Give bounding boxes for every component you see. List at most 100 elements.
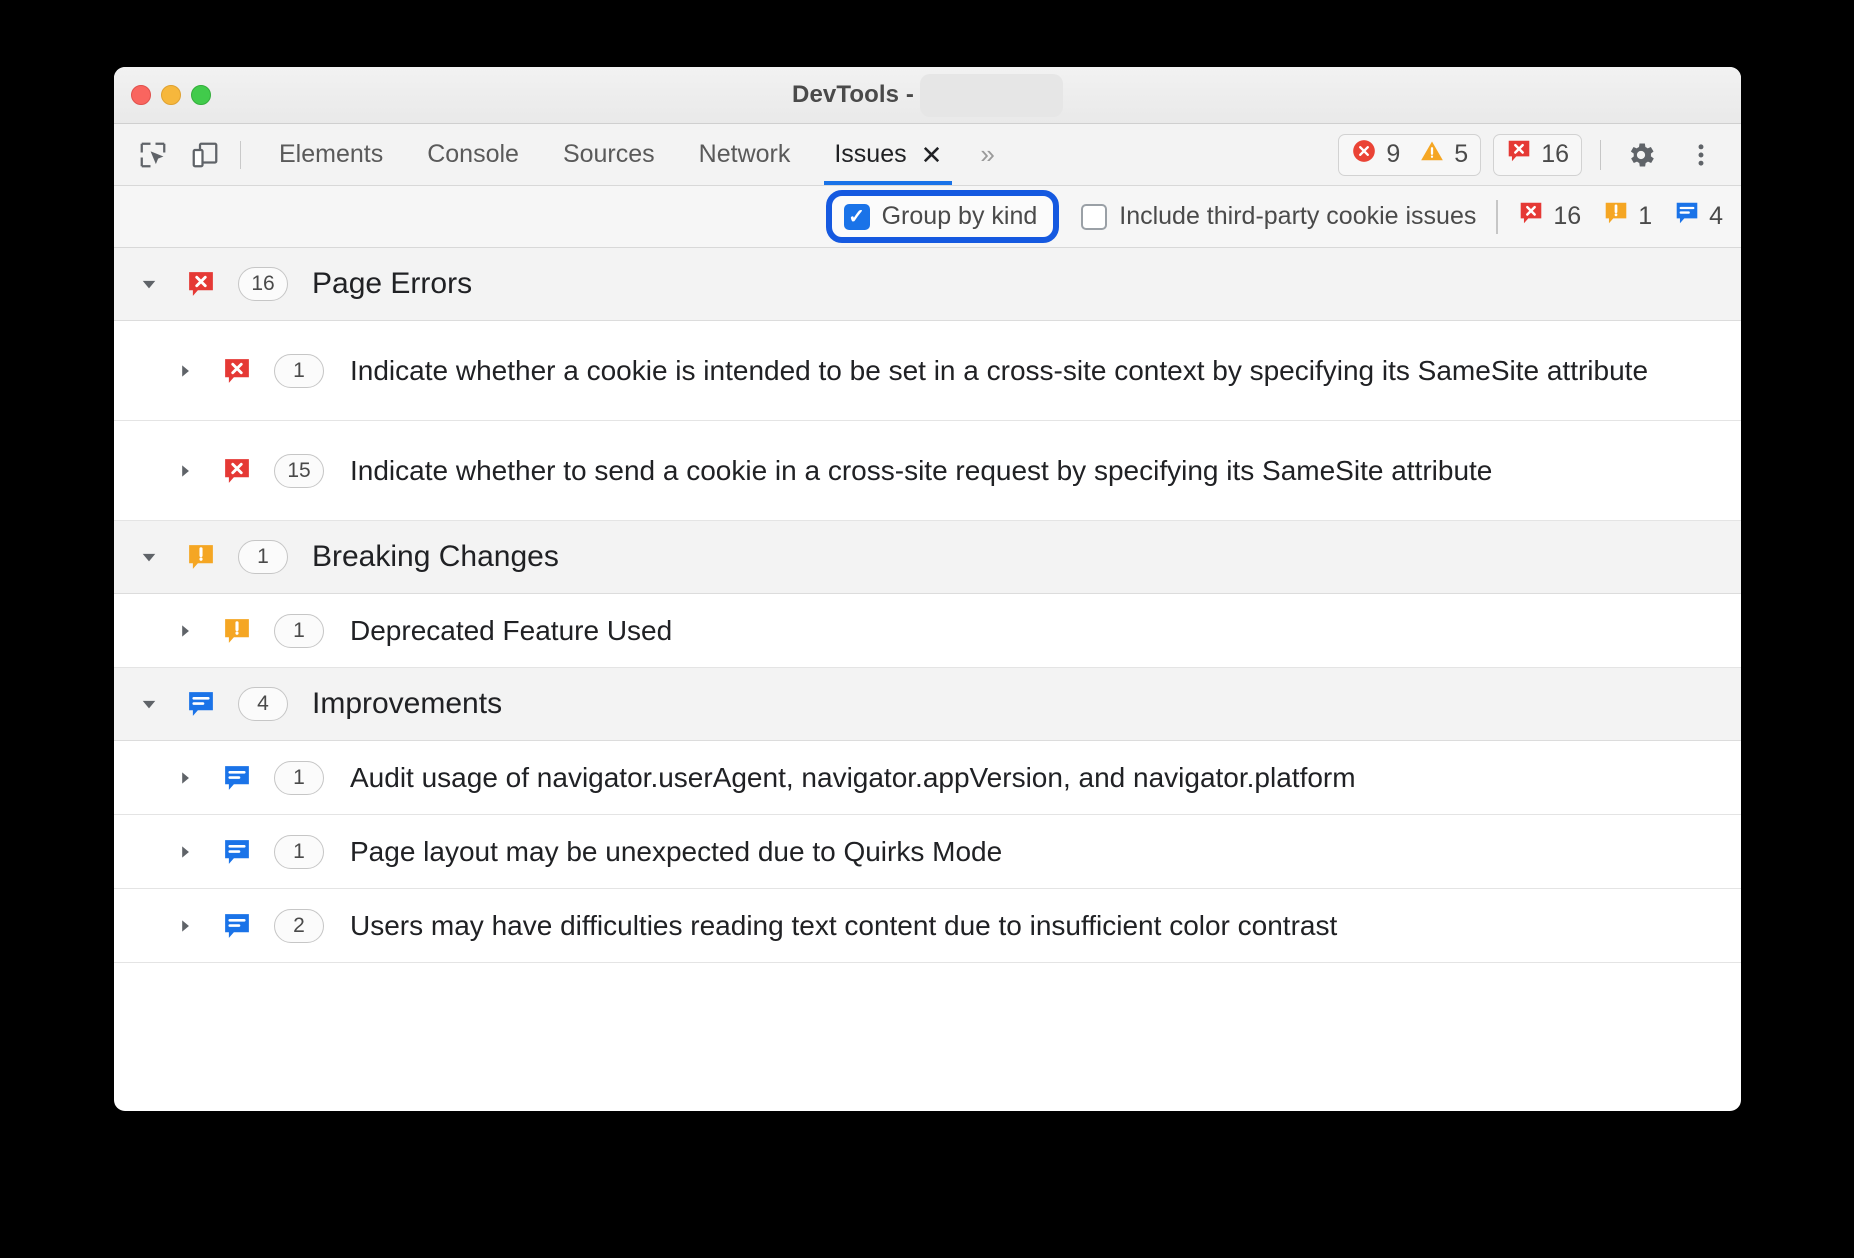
issue-warning-bubble-icon <box>222 616 252 646</box>
issue-error-bubble-icon <box>222 356 252 386</box>
error-circle-icon <box>1351 138 1377 171</box>
panel-tabs: Elements Console Sources Network Issues … <box>257 124 1011 185</box>
device-toolbar-icon[interactable] <box>186 136 224 174</box>
console-error-count: 9 <box>1386 142 1400 167</box>
window-traffic-lights <box>131 85 211 105</box>
tab-elements[interactable]: Elements <box>257 124 405 185</box>
screen-background: DevTools - <box>0 0 1854 1258</box>
filter-info-count-value: 4 <box>1709 202 1723 231</box>
issue-warning-bubble-icon <box>186 542 216 572</box>
tab-network[interactable]: Network <box>677 124 813 185</box>
close-icon[interactable]: ✕ <box>921 142 943 168</box>
issue-row[interactable]: 15 Indicate whether to send a cookie in … <box>114 421 1741 521</box>
group-title: Page Errors <box>312 267 472 301</box>
close-window-button[interactable] <box>131 85 151 105</box>
devtools-tool-icons <box>114 136 224 174</box>
issue-error-bubble-icon <box>1506 138 1532 171</box>
group-title: Breaking Changes <box>312 540 559 574</box>
group-header-breaking-changes[interactable]: 1 Breaking Changes <box>114 521 1741 594</box>
issue-row[interactable]: 1 Deprecated Feature Used <box>114 594 1741 668</box>
filter-warning-count[interactable]: 1 <box>1603 200 1652 233</box>
window-title-group: DevTools - <box>114 67 1741 123</box>
minimize-window-button[interactable] <box>161 85 181 105</box>
group-count-badge: 4 <box>238 687 288 721</box>
issue-error-bubble-icon <box>186 269 216 299</box>
issue-error-bubble-icon <box>222 456 252 486</box>
group-count-badge: 16 <box>238 267 288 301</box>
caret-right-icon[interactable] <box>172 622 198 640</box>
tab-network-label: Network <box>699 140 791 169</box>
issue-info-bubble-icon <box>186 689 216 719</box>
checkbox-unchecked-icon[interactable] <box>1081 204 1107 230</box>
caret-down-icon[interactable] <box>136 274 162 294</box>
filterbar-divider <box>1496 200 1498 234</box>
warning-triangle-icon <box>1419 138 1445 171</box>
zoom-window-button[interactable] <box>191 85 211 105</box>
issue-title: Audit usage of navigator.userAgent, navi… <box>350 760 1356 796</box>
include-third-party-label: Include third-party cookie issues <box>1119 202 1476 231</box>
devtools-window: DevTools - <box>114 67 1741 1111</box>
group-header-page-errors[interactable]: 16 Page Errors <box>114 248 1741 321</box>
issue-info-bubble-icon <box>222 911 252 941</box>
window-titlebar: DevTools - <box>114 67 1741 124</box>
list-bottom-spacer <box>114 963 1741 1005</box>
filter-warning-count-value: 1 <box>1638 202 1652 231</box>
group-by-kind-highlight: ✓ Group by kind <box>826 190 1060 243</box>
filter-error-count[interactable]: 16 <box>1518 200 1581 233</box>
issues-count-pill[interactable]: 16 <box>1493 134 1582 176</box>
title-redaction-block <box>920 74 1063 117</box>
group-count-badge: 1 <box>238 540 288 574</box>
issue-title: Indicate whether a cookie is intended to… <box>350 353 1648 389</box>
issue-info-bubble-icon <box>1674 200 1700 233</box>
window-title: DevTools - <box>792 81 914 109</box>
tab-sources[interactable]: Sources <box>541 124 677 185</box>
kebab-menu-icon[interactable] <box>1679 133 1723 177</box>
include-third-party-checkbox[interactable]: Include third-party cookie issues <box>1081 202 1476 231</box>
group-by-kind-label: Group by kind <box>882 202 1038 231</box>
issue-row[interactable]: 1 Indicate whether a cookie is intended … <box>114 321 1741 421</box>
issue-row[interactable]: 2 Users may have difficulties reading te… <box>114 889 1741 963</box>
group-by-kind-checkbox[interactable]: ✓ Group by kind <box>844 202 1038 231</box>
caret-right-icon[interactable] <box>172 462 198 480</box>
tab-issues[interactable]: Issues ✕ <box>812 124 964 185</box>
more-tabs-icon[interactable]: » <box>964 124 1010 185</box>
tab-console[interactable]: Console <box>405 124 541 185</box>
tab-console-label: Console <box>427 140 519 169</box>
issue-title: Page layout may be unexpected due to Qui… <box>350 834 1002 870</box>
issue-count-badge: 1 <box>274 614 324 648</box>
caret-right-icon[interactable] <box>172 917 198 935</box>
issue-title: Deprecated Feature Used <box>350 613 672 649</box>
issues-list: 16 Page Errors 1 Indicate whether a cook… <box>114 248 1741 1005</box>
caret-right-icon[interactable] <box>172 769 198 787</box>
caret-right-icon[interactable] <box>172 362 198 380</box>
devtools-tabbar: Elements Console Sources Network Issues … <box>114 124 1741 186</box>
issues-filter-bar: ✓ Group by kind Include third-party cook… <box>114 186 1741 248</box>
issue-count-badge: 1 <box>274 761 324 795</box>
issue-row[interactable]: 1 Audit usage of navigator.userAgent, na… <box>114 741 1741 815</box>
group-header-improvements[interactable]: 4 Improvements <box>114 668 1741 741</box>
filter-error-count-value: 16 <box>1553 202 1581 231</box>
toolbar-right-group: 9 5 1 <box>1326 133 1741 177</box>
tab-issues-label: Issues <box>834 140 906 169</box>
issue-info-bubble-icon <box>222 763 252 793</box>
tab-sources-label: Sources <box>563 140 655 169</box>
issue-title: Indicate whether to send a cookie in a c… <box>350 453 1492 489</box>
issue-title: Users may have difficulties reading text… <box>350 908 1337 944</box>
issue-error-bubble-icon <box>1518 200 1544 233</box>
toolbar-right-divider <box>1600 140 1601 170</box>
tab-elements-label: Elements <box>279 140 383 169</box>
caret-down-icon[interactable] <box>136 694 162 714</box>
console-warning-count: 5 <box>1454 142 1468 167</box>
issue-row[interactable]: 1 Page layout may be unexpected due to Q… <box>114 815 1741 889</box>
caret-right-icon[interactable] <box>172 843 198 861</box>
caret-down-icon[interactable] <box>136 547 162 567</box>
issue-count-badge: 1 <box>274 354 324 388</box>
checkbox-checked-icon[interactable]: ✓ <box>844 204 870 230</box>
issues-total-count: 16 <box>1541 142 1569 167</box>
toolbar-divider <box>240 141 241 169</box>
console-counts-pill[interactable]: 9 5 <box>1338 134 1481 176</box>
issue-count-badge: 1 <box>274 835 324 869</box>
filter-info-count[interactable]: 4 <box>1674 200 1723 233</box>
inspect-element-icon[interactable] <box>134 136 172 174</box>
gear-icon[interactable] <box>1619 133 1663 177</box>
